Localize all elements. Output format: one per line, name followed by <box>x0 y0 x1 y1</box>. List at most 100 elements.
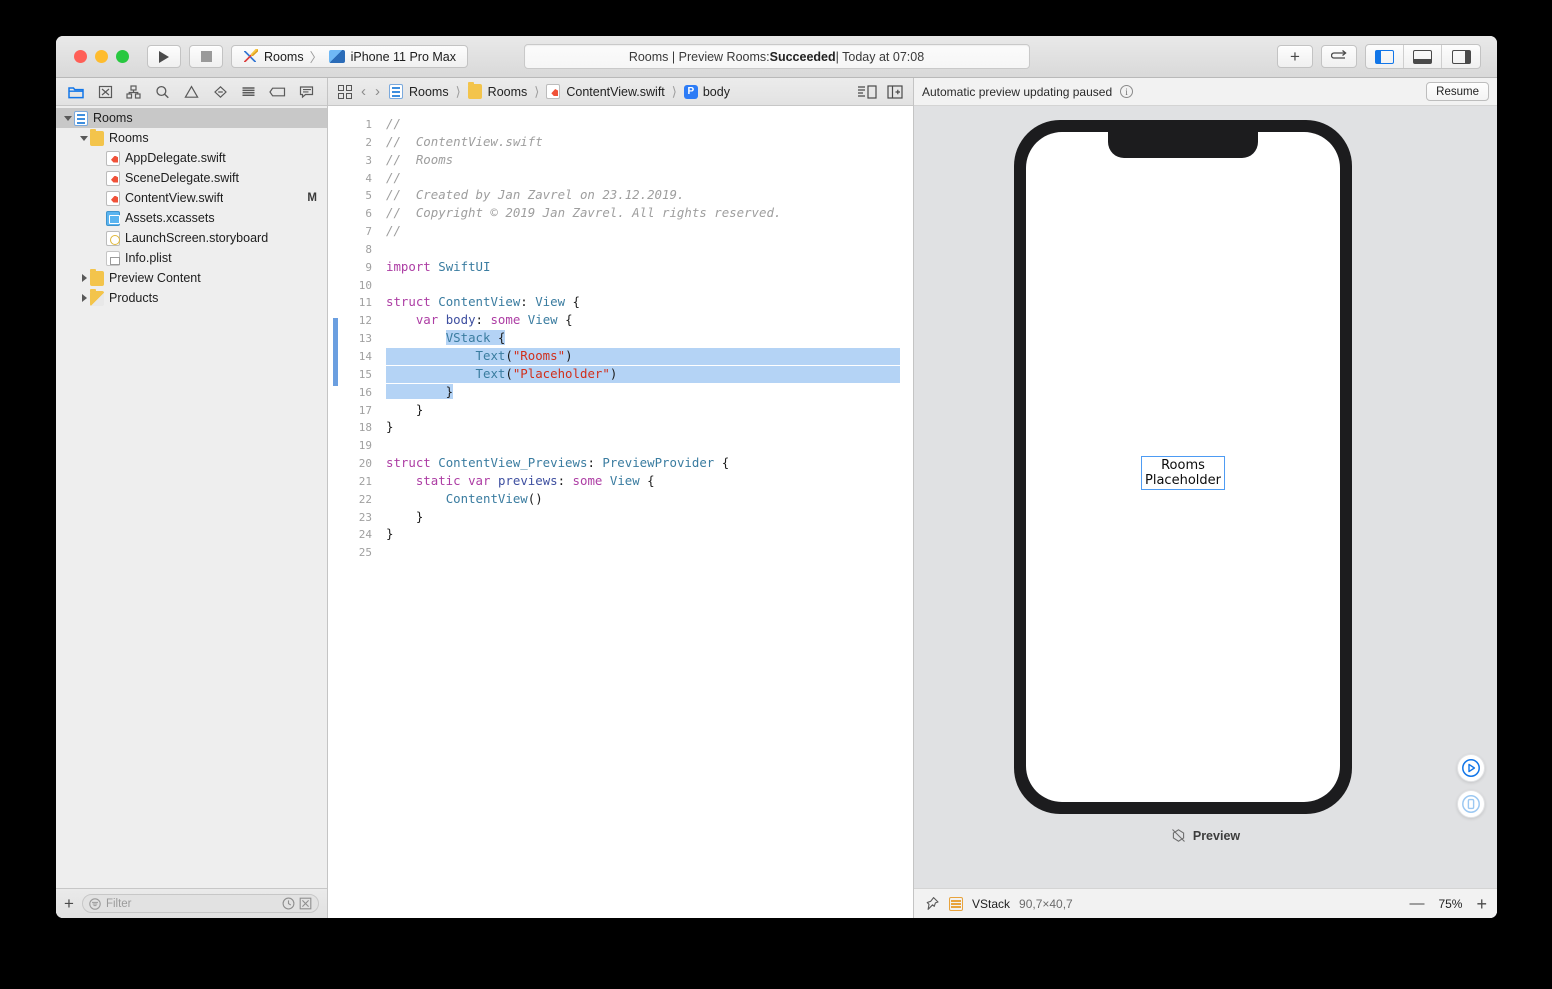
tree-row[interactable]: Rooms <box>56 108 327 128</box>
close-button[interactable] <box>74 50 87 63</box>
toggle-navigator-button[interactable] <box>1366 45 1404 68</box>
tree-row-label: Assets.xcassets <box>125 211 215 225</box>
report-navigator-icon[interactable] <box>296 82 318 102</box>
add-editor-button[interactable]: + <box>1277 45 1313 68</box>
selected-view-name: VStack <box>972 896 1011 911</box>
file-status-badge: M <box>307 192 317 204</box>
tree-row[interactable]: Info.plist <box>56 248 327 268</box>
tree-row[interactable]: LaunchScreen.storyboard <box>56 228 327 248</box>
panel-toggle-group <box>1365 44 1481 69</box>
recent-clock-icon[interactable] <box>282 897 295 910</box>
tree-row[interactable]: AppDelegate.swift <box>56 148 327 168</box>
editor-layout-icon[interactable] <box>857 84 877 99</box>
swap-arrows-icon <box>1330 50 1347 59</box>
maximize-button[interactable] <box>116 50 129 63</box>
add-editor-icon[interactable] <box>887 84 903 99</box>
breadcrumb-item-project[interactable]: Rooms <box>409 85 449 99</box>
symbol-navigator-icon[interactable] <box>123 82 145 102</box>
xcode-window: Rooms 〉 iPhone 11 Pro Max Rooms | Previe… <box>56 36 1497 918</box>
bottom-panel-icon <box>1413 49 1432 64</box>
scheme-device-label: iPhone 11 Pro Max <box>350 49 456 64</box>
project-navigator-icon[interactable] <box>65 82 87 102</box>
breadcrumb-separator: ⟩ <box>671 83 677 99</box>
minimize-button[interactable] <box>95 50 108 63</box>
toggle-inspector-button[interactable] <box>1442 45 1480 68</box>
tree-row-label: Info.plist <box>125 251 172 265</box>
breadcrumb-item-group[interactable]: Rooms <box>488 85 528 99</box>
breadcrumb-separator: ⟩ <box>455 83 461 99</box>
tree-row[interactable]: Products <box>56 288 327 308</box>
tree-row[interactable]: ContentView.swift M <box>56 188 327 208</box>
source-control-filter-icon[interactable] <box>299 897 312 910</box>
breadcrumb[interactable]: Rooms ⟩ Rooms ⟩ ContentView.swift ⟩ P bo… <box>389 82 730 100</box>
disclosure-triangle-icon[interactable] <box>62 115 74 121</box>
selected-view-dimensions: 90,7×40,7 <box>1019 896 1073 911</box>
device-notch <box>1108 132 1258 158</box>
play-circle-icon <box>1462 759 1480 777</box>
info-icon[interactable]: i <box>1120 85 1134 98</box>
canvas-body[interactable]: Rooms Placeholder Preview <box>914 106 1497 888</box>
navigate-button[interactable] <box>1321 45 1357 68</box>
code-editor[interactable]: 1//2// ContentView.swift 3// Rooms 4//5// … <box>328 106 913 918</box>
swift-file-icon <box>106 150 120 166</box>
add-file-button[interactable]: + <box>64 895 74 912</box>
disclosure-triangle-icon[interactable] <box>78 135 90 141</box>
live-preview-button[interactable] <box>1457 754 1485 782</box>
stop-icon <box>200 51 212 62</box>
tree-row[interactable]: Preview Content <box>56 268 327 288</box>
window-controls[interactable] <box>74 50 129 63</box>
filter-placeholder-text: Filter <box>105 897 132 910</box>
run-button[interactable] <box>147 45 181 68</box>
zoom-out-button[interactable]: — <box>1409 896 1424 911</box>
canvas-top-bar: Automatic preview updating paused i Resu… <box>914 78 1497 106</box>
project-icon <box>389 84 403 99</box>
tree-row[interactable]: SceneDelegate.swift <box>56 168 327 188</box>
preview-vstack-selection[interactable]: Rooms Placeholder <box>1141 456 1225 490</box>
canvas-bottom-bar: VStack 90,7×40,7 — 75% + <box>914 888 1497 918</box>
tree-row[interactable]: Assets.xcassets <box>56 208 327 228</box>
navigator-panel: Rooms Rooms AppDelegate.swift SceneDelegate… <box>56 78 328 918</box>
resume-button[interactable]: Resume <box>1426 82 1489 101</box>
storyboard-icon <box>106 230 120 246</box>
pin-icon[interactable] <box>924 896 940 912</box>
source-control-navigator-icon[interactable] <box>94 82 116 102</box>
issue-navigator-icon[interactable] <box>180 82 202 102</box>
test-navigator-icon[interactable] <box>209 82 231 102</box>
breadcrumb-item-symbol[interactable]: body <box>703 85 730 99</box>
back-arrow-icon[interactable]: ‹ <box>361 84 366 99</box>
window-titlebar: Rooms 〉 iPhone 11 Pro Max Rooms | Previe… <box>56 36 1497 78</box>
tree-row-label: Rooms <box>109 131 149 145</box>
zoom-in-button[interactable]: + <box>1476 895 1487 913</box>
filter-field[interactable]: Filter <box>81 894 319 913</box>
breakpoint-navigator-icon[interactable] <box>267 82 289 102</box>
titlebar-right-controls: + <box>1277 44 1487 69</box>
tree-row-label: AppDelegate.swift <box>125 151 226 165</box>
related-items-icon[interactable] <box>338 84 352 99</box>
debug-navigator-icon[interactable] <box>238 82 260 102</box>
paused-message: Automatic preview updating paused <box>922 84 1113 99</box>
code-scroll-view[interactable]: 1//2// ContentView.swift 3// Rooms 4//5// … <box>328 106 913 918</box>
right-panel-icon <box>1451 49 1471 64</box>
stop-button[interactable] <box>189 45 223 68</box>
device-screen[interactable]: Rooms Placeholder <box>1026 132 1340 802</box>
tree-row-label: SceneDelegate.swift <box>125 171 239 185</box>
tree-row-label: ContentView.swift <box>125 191 224 205</box>
project-tree[interactable]: Rooms Rooms AppDelegate.swift SceneDelegate… <box>56 106 327 888</box>
preview-on-device-button[interactable] <box>1457 790 1485 818</box>
property-icon: P <box>683 84 698 99</box>
zoom-controls: — 75% + <box>1409 895 1487 913</box>
scheme-project-icon <box>243 49 258 64</box>
source-code[interactable]: 1//2// ContentView.swift 3// Rooms 4//5// … <box>328 116 900 562</box>
status-suffix: | Today at 07:08 <box>835 49 925 64</box>
activity-status-field: Rooms | Preview Rooms: Succeeded | Today… <box>523 44 1030 69</box>
toggle-debug-area-button[interactable] <box>1404 45 1442 68</box>
forward-arrow-icon[interactable]: › <box>375 84 380 99</box>
scheme-selector[interactable]: Rooms 〉 iPhone 11 Pro Max <box>231 45 468 68</box>
disclosure-triangle-icon[interactable] <box>78 274 90 282</box>
tree-row[interactable]: Rooms <box>56 128 327 148</box>
breadcrumb-item-file[interactable]: ContentView.swift <box>566 85 664 99</box>
disclosure-triangle-icon[interactable] <box>78 294 90 302</box>
folder-icon <box>90 128 104 146</box>
zoom-level-label: 75% <box>1438 896 1463 911</box>
find-navigator-icon[interactable] <box>152 82 174 102</box>
